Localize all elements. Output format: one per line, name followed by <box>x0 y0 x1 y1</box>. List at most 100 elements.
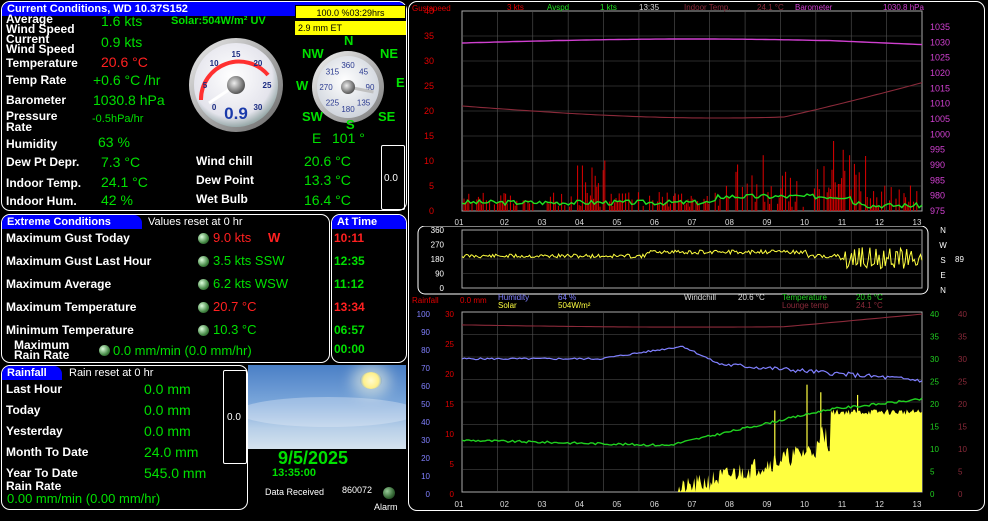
bot-left-hum-tick: 10 <box>421 472 430 481</box>
top-left-tick: 20 <box>424 106 434 116</box>
current-time: 13:35:00 <box>272 467 317 479</box>
top-right-tick: 990 <box>930 160 945 170</box>
indoor-temp-value: 24.1 °C <box>101 174 148 190</box>
mid-compass-letter: S <box>940 256 945 265</box>
bot-left-hum-tick: 100 <box>417 310 431 319</box>
mid-direction-value: 89 <box>955 255 964 264</box>
bot-right-lounge-tick: 30 <box>958 355 967 364</box>
bot-x-tick: 03 <box>538 500 547 509</box>
compass-n: N <box>344 33 354 48</box>
indoor-hum-label: Indoor Hum. <box>6 194 77 208</box>
rain-row-label: Last Hour <box>6 382 63 396</box>
temp-value: 20.6 °C <box>101 54 148 70</box>
bot-left-rain-tick: 10 <box>445 430 454 439</box>
rainfall-reset-note: Rain reset at 0 hr <box>69 367 154 379</box>
bot-left-rain-tick: 25 <box>445 340 454 349</box>
rain-row-label: Today <box>6 403 41 417</box>
legend-time: 13:35 <box>639 3 660 12</box>
top-x-tick: 06 <box>650 218 659 226</box>
top-left-tick: 10 <box>424 156 434 166</box>
top-x-tick: 02 <box>500 218 509 226</box>
indoor-temp-label: Indoor Temp. <box>6 176 82 190</box>
legend-windchill-label: Windchill <box>684 294 716 302</box>
max-rain-label-2: Rain Rate <box>14 348 70 362</box>
rain-bar-gauge-value: 0.0 <box>227 412 241 423</box>
rain-row-label: Year To Date <box>6 466 78 480</box>
legend-solar-label: Solar <box>498 301 517 310</box>
at-time-panel: At Time 10:11 12:35 11:12 13:34 06:57 00:00 <box>331 214 407 363</box>
top-left-tick: 40 <box>424 6 434 16</box>
extreme-row-time: 10:11 <box>334 231 365 245</box>
legend-solar-value: 504W/m² <box>558 301 591 310</box>
top-left-tick: 35 <box>424 31 434 41</box>
bot-left-hum-tick: 50 <box>421 400 430 409</box>
bot-right-lounge-tick: 40 <box>958 310 967 319</box>
top-right-tick: 1025 <box>930 53 950 63</box>
max-rain-time: 00:00 <box>334 342 365 356</box>
bot-left-hum-tick: 20 <box>421 454 430 463</box>
humidity-value: 63 % <box>98 134 130 150</box>
speed-tick-label: 10 <box>210 59 219 68</box>
speed-tick-label: 20 <box>253 59 262 68</box>
speed-tick-label: 0 <box>212 103 217 112</box>
solar-uv-label: Solar:504W/m² UV <box>171 15 266 27</box>
extremes-panel: Extreme Conditions Values reset at 0 hr … <box>1 214 330 363</box>
bot-right-temp-tick: 35 <box>930 333 939 342</box>
legend-avg-value: 1 kts <box>600 3 617 12</box>
legend-rain-label: Rainfall <box>412 296 439 305</box>
cur-wind-value: 0.9 kts <box>101 34 143 50</box>
dewdep-value: 7.3 °C <box>101 154 141 170</box>
bot-left-hum-tick: 0 <box>426 490 431 499</box>
legend-lounge-label: Lounge temp <box>782 301 829 310</box>
mid-left-tick: 360 <box>431 226 445 235</box>
mid-left-tick: 90 <box>435 270 444 279</box>
bot-x-tick: 06 <box>650 500 659 509</box>
rain-row-value: 0.0 mm <box>144 381 191 397</box>
bot-left-hum-tick: 30 <box>421 436 430 445</box>
mid-left-tick: 0 <box>440 284 445 293</box>
top-left-tick: 30 <box>424 56 434 66</box>
top-right-tick: 1035 <box>930 22 950 32</box>
rainfall-header: Rainfall <box>2 366 62 380</box>
alarm-label: Alarm <box>374 502 398 512</box>
legend-baro-label: Barometer <box>795 3 833 12</box>
dewpoint-value: 13.3 °C <box>304 172 351 188</box>
bot-right-lounge-tick: 15 <box>958 423 967 432</box>
extremes-header: Extreme Conditions <box>2 215 142 229</box>
top-right-tick: 1030 <box>930 37 950 47</box>
speed-tick-label: 5 <box>203 81 208 90</box>
legend-lounge-value: 24.1 °C <box>856 301 883 310</box>
extreme-row-time: 11:12 <box>334 277 365 291</box>
extreme-row-value: 3.5 kts SSW <box>213 253 285 268</box>
extremes-reset-note: Values reset at 0 hr <box>148 216 243 228</box>
bot-left-rain-tick: 15 <box>445 400 454 409</box>
avg-wind-value: 1.6 kts <box>101 13 143 29</box>
extreme-row-label: Minimum Temperature <box>6 323 134 337</box>
temp-rate-value: +0.6 °C /hr <box>93 72 161 88</box>
legend-gust-value: 3 kts <box>507 3 524 12</box>
bot-right-temp-tick: 5 <box>930 468 935 477</box>
compass-degrees: 101 ° <box>332 130 365 146</box>
top-x-tick: 08 <box>725 218 734 226</box>
bot-left-hum-tick: 40 <box>421 418 430 427</box>
windchill-value: 20.6 °C <box>304 153 351 169</box>
mid-left-tick: 180 <box>431 255 445 264</box>
dewdep-label: Dew Pt Depr. <box>6 155 80 169</box>
bot-left-hum-tick: 80 <box>421 346 430 355</box>
speed-tick-label: 30 <box>253 103 262 112</box>
legend-windchill-value: 20.6 °C <box>738 294 765 302</box>
top-right-tick: 1020 <box>930 68 950 78</box>
bot-x-tick: 05 <box>613 500 622 509</box>
alarm-led-icon[interactable] <box>383 487 395 499</box>
bot-left-hum-tick: 70 <box>421 364 430 373</box>
top-right-tick: 1010 <box>930 99 950 109</box>
temp-rate-label: Temp Rate <box>6 73 67 87</box>
compass-sw: SW <box>302 109 323 124</box>
top-x-tick: 13 <box>913 218 922 226</box>
extreme-led-icon <box>198 256 209 267</box>
bot-right-temp-tick: 0 <box>930 490 935 499</box>
cloud-band <box>248 397 406 427</box>
top-right-tick: 1015 <box>930 83 950 93</box>
bot-x-tick: 08 <box>725 500 734 509</box>
extreme-row-value: 6.2 kts WSW <box>213 276 289 291</box>
